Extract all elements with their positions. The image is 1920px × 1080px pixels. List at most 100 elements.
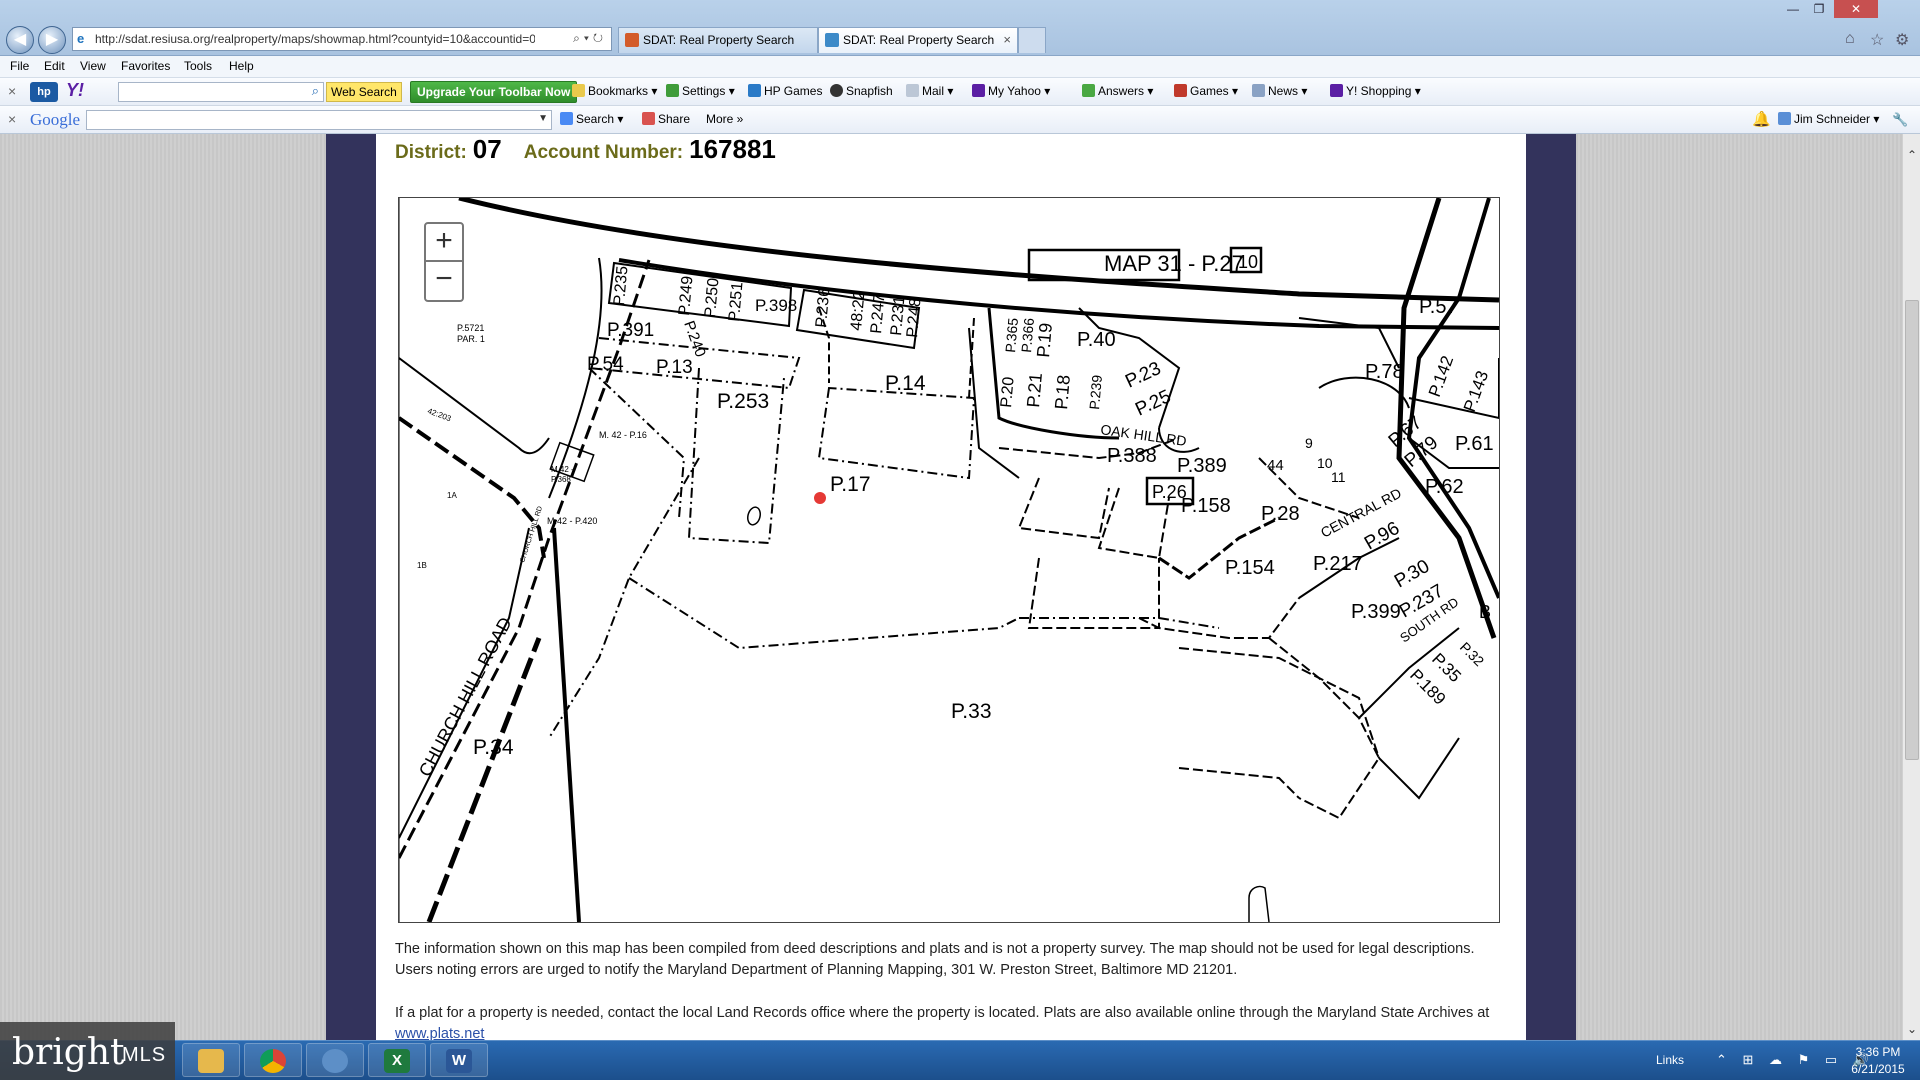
google-search-button[interactable]: Search ▾ (560, 112, 623, 126)
address-text[interactable]: http://sdat.resiusa.org/realproperty/map… (95, 32, 535, 46)
plats-net-link[interactable]: www.plats.net (395, 1026, 484, 1040)
subject-property-marker[interactable] (814, 492, 826, 504)
address-tools-icon[interactable]: ⌕▾↻ (573, 31, 607, 46)
map-disclaimer: The information shown on this map has be… (395, 941, 1475, 978)
map-label-p78: P.78 (1365, 361, 1404, 383)
new-tab-button[interactable] (1018, 27, 1046, 53)
games-icon (1174, 84, 1187, 97)
forward-button[interactable]: ▶ (38, 26, 66, 54)
map-label-p57: P.57 (1419, 296, 1458, 318)
minimize-button[interactable]: — (1780, 0, 1806, 18)
map-label-p399: P.399 (1351, 601, 1401, 623)
clock-date[interactable]: 6/21/2015 (1844, 1062, 1912, 1076)
address-bar[interactable]: e http://sdat.resiusa.org/realproperty/m… (72, 27, 612, 51)
map-label-p142: P.142 (1425, 353, 1457, 399)
map-label-p25: P.25 (1132, 386, 1174, 421)
scroll-thumb[interactable] (1905, 300, 1919, 760)
toolbar-close-icon[interactable]: × (8, 111, 16, 127)
menu-tools[interactable]: Tools (184, 59, 212, 73)
taskbar-explorer[interactable] (182, 1043, 240, 1077)
home-icon[interactable]: ⌂ (1845, 30, 1855, 48)
map-label-n11: 11 (1331, 469, 1346, 485)
settings-label: Settings (682, 84, 726, 98)
tab-title: SDAT: Real Property Search (643, 33, 795, 47)
restore-button[interactable]: ❐ (1806, 0, 1832, 18)
toolbar-close-icon[interactable]: × (8, 83, 16, 99)
map-label-n44: 44 (1267, 457, 1284, 474)
close-window-button[interactable]: ✕ (1834, 0, 1878, 18)
excel-icon: X (384, 1049, 410, 1073)
map-label-p20: P.20 (998, 376, 1018, 408)
site-favicon-icon (825, 33, 839, 47)
menu-edit[interactable]: Edit (44, 59, 65, 73)
zoom-out-button[interactable]: − (424, 262, 464, 302)
google-search-input[interactable]: ▼ (86, 110, 552, 130)
system-tray: Links ⌃ ⊞ ☁ ⚑ ▭ 🔊 3:36 PM 6/21/2015 (1650, 1040, 1920, 1080)
yahoo-search-input[interactable]: ⌕ (118, 82, 324, 102)
google-logo[interactable]: Google (30, 110, 80, 130)
bookmarks-menu[interactable]: Bookmarks ▾ (572, 84, 657, 98)
map-label-p235: P.235 (611, 265, 631, 306)
taskbar-chrome[interactable] (244, 1043, 302, 1077)
games-label: Games (1190, 84, 1229, 98)
map-label-p21: P.21 (1023, 372, 1046, 408)
yahoo-logo[interactable]: Y! (66, 80, 84, 101)
hp-games-link[interactable]: HP Games (748, 84, 822, 98)
district-label: District: (395, 142, 467, 163)
brand-mls: MLS (122, 1044, 167, 1066)
favorites-star-icon[interactable]: ☆ (1870, 30, 1884, 50)
shopping-icon (1330, 84, 1343, 97)
news-menu[interactable]: News ▾ (1252, 84, 1307, 98)
tab-1[interactable]: SDAT: Real Property Search (618, 27, 818, 53)
hp-logo[interactable]: hp (30, 82, 58, 102)
search-icon[interactable]: ⌕ (312, 83, 319, 99)
tab-close-icon[interactable]: × (1003, 28, 1011, 52)
zoom-in-button[interactable]: + (424, 222, 464, 262)
share-button[interactable]: Share (642, 112, 690, 126)
settings-menu[interactable]: Settings ▾ (666, 84, 735, 98)
upgrade-toolbar-button[interactable]: Upgrade Your Toolbar Now (410, 81, 578, 103)
menu-help[interactable]: Help (229, 59, 254, 73)
snapfish-link[interactable]: Snapfish (830, 84, 893, 98)
my-yahoo-menu[interactable]: My Yahoo ▾ (972, 84, 1050, 98)
taskbar-excel[interactable]: X (368, 1043, 426, 1077)
snapfish-icon (830, 84, 843, 97)
map-label-p34: P.34 (473, 736, 514, 759)
map-label-p389: P.389 (1177, 455, 1227, 477)
map-label-p158: P.158 (1181, 495, 1231, 517)
my-yahoo-icon (972, 84, 985, 97)
mail-menu[interactable]: Mail ▾ (906, 84, 953, 98)
games-menu[interactable]: Games ▾ (1174, 84, 1238, 98)
notifications-bell-icon[interactable]: 🔔 (1752, 110, 1771, 128)
menu-favorites[interactable]: Favorites (121, 59, 170, 73)
menu-view[interactable]: View (80, 59, 106, 73)
dropdown-arrow-icon[interactable]: ▼ (538, 113, 548, 124)
map-label-n42203: 42:203 (426, 406, 453, 423)
plat-info: If a plat for a property is needed, cont… (395, 1003, 1505, 1040)
links-toolbar[interactable]: Links (1656, 1053, 1684, 1067)
map-label-n1b: 1B (417, 561, 427, 570)
scroll-down-arrow-icon[interactable]: ⌄ (1903, 1022, 1920, 1036)
map-label-n10c-box: 10 (1238, 252, 1258, 272)
folder-icon (198, 1049, 224, 1073)
map-label-p14: P.14 (885, 372, 926, 395)
vertical-scrollbar[interactable]: ⌃ ⌄ (1902, 134, 1920, 1040)
map-label-p18: P.18 (1051, 374, 1074, 410)
more-button[interactable]: More » (706, 112, 743, 126)
taskbar-word[interactable]: W (430, 1043, 488, 1077)
user-menu[interactable]: Jim Schneider ▾ (1778, 112, 1879, 126)
clock-time[interactable]: 3:36 PM (1844, 1045, 1912, 1059)
answers-menu[interactable]: Answers ▾ (1082, 84, 1153, 98)
back-button[interactable]: ◀ (6, 26, 34, 54)
menu-file[interactable]: File (10, 59, 29, 73)
web-search-button[interactable]: Web Search (326, 82, 402, 102)
scroll-up-arrow-icon[interactable]: ⌃ (1903, 148, 1920, 162)
taskbar-ie[interactable] (306, 1043, 364, 1077)
shopping-menu[interactable]: Y! Shopping ▾ (1330, 84, 1421, 98)
tools-gear-icon[interactable]: ⚙ (1895, 30, 1909, 50)
tab-2[interactable]: SDAT: Real Property Search × (818, 27, 1018, 53)
parcel-map[interactable]: MAP 31 - P.27 10 10 P.235 P.249 P.250 P.… (398, 197, 1500, 923)
map-label-m42: M.42 - (551, 465, 574, 474)
parcel-header: District: 07 Account Number: 167881 (395, 134, 776, 166)
wrench-icon[interactable]: 🔧 (1892, 112, 1908, 128)
